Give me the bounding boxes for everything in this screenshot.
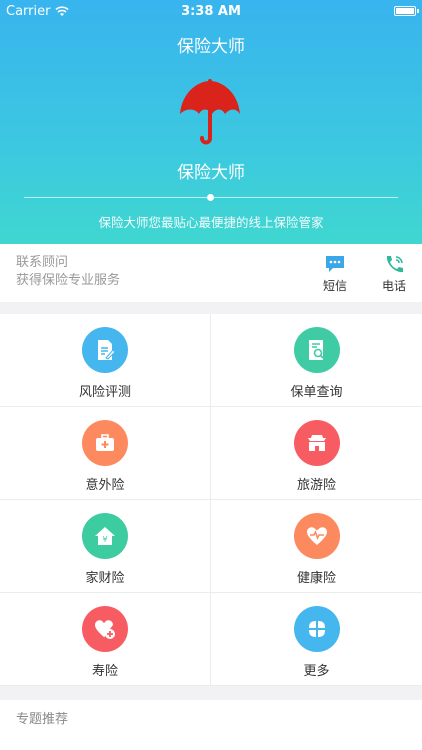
divider-dot (207, 194, 214, 201)
carrier-label: Carrier (6, 3, 51, 19)
grid-item-risk-assessment[interactable]: 风险评测 (0, 314, 211, 407)
accident-kit-icon (82, 420, 128, 466)
contact-bar[interactable]: 联系顾问 获得保险专业服务 短信 电话 (0, 244, 422, 302)
home-money-icon: ¥ (82, 513, 128, 559)
phone-icon (386, 256, 403, 273)
sms-button[interactable]: 短信 (315, 254, 355, 294)
more-petals-icon (293, 606, 340, 652)
grid-item-home[interactable]: ¥ 家财险 (0, 500, 211, 593)
slogan: 保险大师您最贴心最便捷的线上保险管家 (98, 215, 324, 230)
grid-item-accident[interactable]: 意外险 (0, 407, 211, 500)
umbrella-icon (180, 79, 240, 145)
grid-item-travel[interactable]: 旅游险 (211, 407, 422, 500)
travel-gate-icon (293, 420, 340, 466)
grid-label: 寿险 (91, 664, 118, 679)
grid-item-policy-search[interactable]: 保单查询 (211, 314, 422, 407)
grid-item-more[interactable]: 更多 (211, 593, 422, 686)
phone-label: 电话 (381, 279, 406, 293)
grid-label: 家财险 (85, 571, 125, 586)
grid-label: 意外险 (85, 478, 125, 493)
risk-assessment-icon (82, 327, 128, 373)
brand-name: 保险大师 (177, 163, 245, 183)
phone-button[interactable]: 电话 (374, 254, 414, 294)
wifi-icon (55, 5, 70, 16)
grid-item-health[interactable]: 健康险 (211, 500, 422, 593)
service-grid: 风险评测 保单查询 意外险 旅游险 ¥ 家财险 健康险 寿险 更多 (0, 314, 422, 686)
heart-pulse-icon (293, 513, 340, 559)
section-title: 专题推荐 (16, 712, 69, 727)
sms-icon (326, 256, 344, 272)
heart-plus-icon (82, 606, 128, 652)
policy-search-icon (293, 327, 340, 373)
grid-label: 旅游险 (296, 478, 336, 493)
grid-label: 保单查询 (290, 385, 343, 400)
status-bar: Carrier 3:38 AM (0, 0, 422, 22)
section-featured: 专题推荐 (0, 700, 422, 750)
grid-label: 风险评测 (78, 385, 131, 400)
battery-icon (394, 6, 419, 16)
grid-label: 更多 (303, 664, 330, 679)
header-banner: 保险大师 保险大师 保险大师您最贴心最便捷的线上保险管家 (0, 0, 422, 244)
sms-label: 短信 (322, 279, 347, 293)
svg-text:¥: ¥ (102, 535, 107, 544)
nav-title: 保险大师 (177, 37, 245, 57)
grid-item-life[interactable]: 寿险 (0, 593, 211, 686)
grid-label: 健康险 (296, 571, 336, 586)
